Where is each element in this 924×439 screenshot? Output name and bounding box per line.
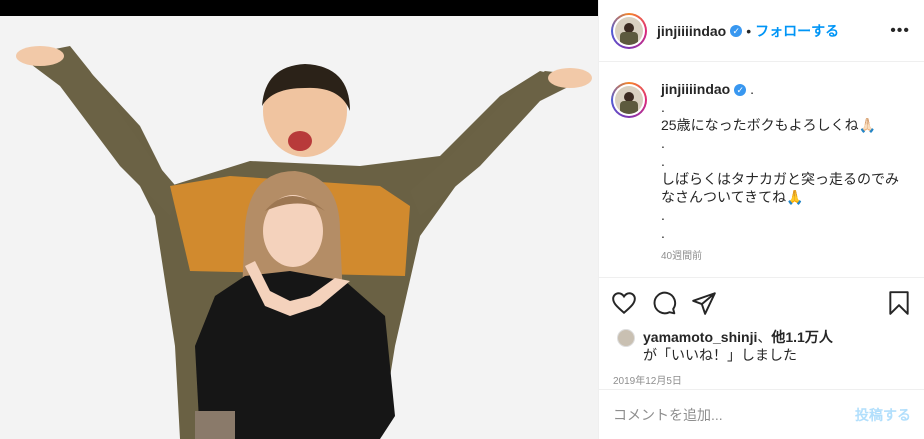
header-separator: • bbox=[746, 22, 752, 39]
caption-line: . bbox=[661, 225, 665, 241]
caption-line: 25歳になったボクもよろしくね🙏🏻 bbox=[661, 117, 877, 133]
likes-suffix: が「いいね！」しました bbox=[643, 347, 797, 363]
heart-icon[interactable] bbox=[611, 290, 637, 316]
post-header: jinjiiiindao ✓ • フォローする ••• bbox=[599, 0, 924, 62]
author-avatar[interactable] bbox=[611, 12, 647, 49]
caption-line: しばらくはタナカガと突っ走るのでみ bbox=[661, 171, 899, 187]
more-options-icon[interactable]: ••• bbox=[890, 22, 910, 40]
caption-line: . bbox=[661, 135, 665, 151]
likes-summary: yamamoto_shinji、他1.1万人 が「いいね！」しました bbox=[599, 328, 924, 364]
post-side-panel: jinjiiiindao ✓ • フォローする ••• jinjiiiindao… bbox=[598, 0, 924, 439]
comment-input[interactable] bbox=[613, 406, 855, 423]
follow-button[interactable]: フォローする bbox=[755, 21, 839, 41]
caption-username[interactable]: jinjiiiindao bbox=[661, 81, 730, 97]
liker-avatar[interactable] bbox=[617, 329, 635, 347]
comment-icon[interactable] bbox=[651, 290, 677, 316]
caption-line: なさんついてきてね🙏 bbox=[661, 189, 804, 205]
post-caption: jinjiiiindao ✓ . . 25歳になったボクもよろしくね🙏🏻 . . … bbox=[599, 62, 924, 278]
post-photo[interactable] bbox=[0, 16, 598, 439]
post-photo-image bbox=[0, 16, 598, 439]
comment-box: 投稿する bbox=[599, 389, 924, 439]
verified-badge-icon: ✓ bbox=[730, 24, 743, 37]
caption-body: jinjiiiindao ✓ . . 25歳になったボクもよろしくね🙏🏻 . . … bbox=[661, 80, 899, 277]
likes-count[interactable]: 他1.1万人 bbox=[771, 329, 832, 345]
caption-line: . bbox=[661, 207, 665, 223]
likes-text: yamamoto_shinji、他1.1万人 が「いいね！」しました bbox=[643, 328, 833, 364]
caption-line: . bbox=[661, 99, 665, 115]
post-comment-button[interactable]: 投稿する bbox=[855, 405, 911, 425]
liker-username[interactable]: yamamoto_shinji bbox=[643, 329, 757, 345]
share-icon[interactable] bbox=[691, 290, 717, 316]
caption-time: 40週間前 bbox=[661, 251, 703, 262]
post-date[interactable]: 2019年12月5日 bbox=[599, 364, 924, 387]
caption-verified-badge-icon: ✓ bbox=[734, 84, 747, 97]
bookmark-icon[interactable] bbox=[886, 290, 912, 316]
instagram-post-modal: jinjiiiindao ✓ • フォローする ••• jinjiiiindao… bbox=[0, 0, 924, 439]
author-username[interactable]: jinjiiiindao bbox=[657, 23, 726, 39]
caption-line: . bbox=[750, 81, 755, 97]
post-actions bbox=[599, 278, 924, 328]
likes-separator: 、 bbox=[757, 329, 772, 345]
caption-line: . bbox=[661, 153, 665, 169]
caption-author-avatar[interactable] bbox=[611, 82, 647, 118]
